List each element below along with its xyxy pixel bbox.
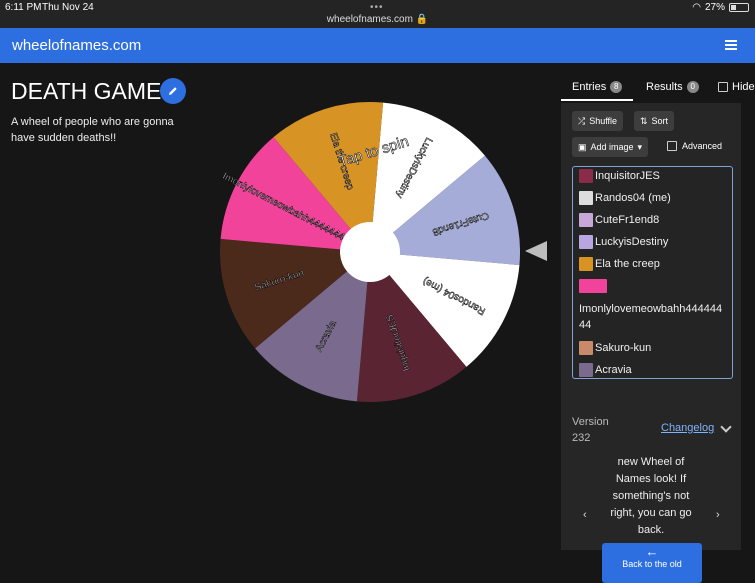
chevron-down-icon[interactable] bbox=[720, 421, 732, 433]
brand-link[interactable]: wheelofnames.com bbox=[12, 37, 141, 54]
entries-textarea[interactable]: InquisitorJES Randos04 (me) CuteFr1end8 Luc… bbox=[572, 166, 733, 379]
tab-results[interactable]: Results 0 bbox=[646, 81, 699, 93]
more-dots-icon[interactable]: ••• bbox=[370, 2, 384, 13]
list-item[interactable]: Imonlylovemeowbahh44444444 bbox=[579, 301, 727, 333]
tab-bar: Entries 8 Results 0 Hide bbox=[561, 77, 755, 101]
entry-thumbnail bbox=[579, 213, 593, 227]
status-right: ◠ 27% bbox=[692, 2, 749, 13]
arrow-left-icon: ← bbox=[645, 544, 659, 559]
lock-icon: 🔒 bbox=[415, 14, 429, 25]
tab-entries[interactable]: Entries 8 bbox=[572, 81, 623, 93]
battery-icon bbox=[729, 3, 749, 12]
status-time: 6:11 PM bbox=[5, 2, 42, 13]
wheel-description: A wheel of people who are gonna have sud… bbox=[11, 116, 174, 144]
entry-text: LuckyisDestiny bbox=[595, 236, 669, 248]
chevron-left-icon[interactable]: ‹ bbox=[583, 509, 587, 521]
entry-thumbnail bbox=[579, 191, 593, 205]
chevron-right-icon[interactable]: › bbox=[716, 509, 720, 521]
list-item[interactable]: LuckyisDestiny bbox=[579, 235, 668, 249]
active-tab-indicator bbox=[561, 99, 633, 101]
side-panel: Entries 8 Results 0 Hide ⤮ Shuffle ⇅ Sor… bbox=[561, 77, 755, 583]
pencil-icon bbox=[169, 87, 177, 95]
wifi-icon: ◠ bbox=[692, 2, 701, 13]
entry-thumbnail bbox=[579, 257, 593, 271]
entry-thumbnail bbox=[579, 279, 607, 293]
edit-title-button[interactable] bbox=[160, 78, 186, 104]
entry-text: CuteFr1end8 bbox=[595, 214, 660, 226]
battery-percent: 27% bbox=[704, 2, 725, 13]
entry-text: Ela the creep bbox=[595, 258, 660, 270]
entries-count-badge: 8 bbox=[610, 81, 623, 93]
caret-down-icon: ▾ bbox=[637, 141, 643, 152]
list-item[interactable]: CuteFr1end8 bbox=[579, 213, 659, 227]
advanced-toggle[interactable]: Advanced bbox=[667, 141, 722, 151]
news-text: new Wheel of Names look! If something's … bbox=[610, 456, 692, 536]
entry-text: Acravia bbox=[595, 364, 632, 376]
entry-thumb-row bbox=[579, 279, 609, 293]
wheel-pointer bbox=[525, 241, 547, 261]
list-item[interactable]: Ela the creep bbox=[579, 257, 660, 271]
advanced-checkbox[interactable] bbox=[667, 141, 677, 151]
shuffle-button[interactable]: ⤮ Shuffle bbox=[572, 111, 624, 131]
status-date: Thu Nov 24 bbox=[42, 2, 94, 13]
sort-icon: ⇅ bbox=[640, 115, 648, 126]
wheel-title: DEATH GAME bbox=[11, 78, 162, 104]
hide-checkbox[interactable] bbox=[718, 82, 728, 92]
list-item[interactable]: InquisitorJES bbox=[579, 169, 660, 183]
list-item[interactable]: Sakuro-kun bbox=[579, 341, 651, 355]
results-count-badge: 0 bbox=[686, 81, 699, 93]
menu-icon[interactable] bbox=[725, 40, 737, 50]
sort-button[interactable]: ⇅ Sort bbox=[634, 111, 675, 131]
wheel[interactable]: LuckyisDestinyCuteFr1end8Randos04 (me)In… bbox=[220, 94, 520, 410]
entry-thumbnail bbox=[579, 169, 593, 183]
image-icon: ▣ bbox=[578, 141, 587, 152]
changelog-link[interactable]: Changelog bbox=[661, 422, 714, 434]
address-url[interactable]: wheelofnames.com 🔒 bbox=[0, 14, 755, 25]
entry-thumbnail bbox=[579, 363, 593, 377]
version-info: Version 232 bbox=[572, 416, 609, 444]
entry-text: Sakuro-kun bbox=[595, 342, 652, 354]
entry-text: Randos04 (me) bbox=[595, 192, 671, 204]
shuffle-icon: ⤮ bbox=[578, 115, 586, 126]
list-item[interactable]: Acravia bbox=[579, 363, 632, 377]
entries-card: ⤮ Shuffle ⇅ Sort ▣ Add image ▾ Advanced … bbox=[561, 103, 741, 583]
back-to-old-button[interactable]: ← Back to the old bbox=[602, 543, 702, 583]
list-item[interactable]: Randos04 (me) bbox=[579, 191, 671, 205]
status-bar: 6:11 PM Thu Nov 24 ••• wheelofnames.com … bbox=[0, 0, 755, 28]
wheel-center[interactable] bbox=[340, 222, 400, 282]
hide-toggle[interactable]: Hide bbox=[718, 81, 755, 93]
entry-thumbnail bbox=[579, 341, 593, 355]
entry-thumbnail bbox=[579, 235, 593, 249]
add-image-button[interactable]: ▣ Add image ▾ bbox=[572, 137, 649, 157]
app-bar: wheelofnames.com bbox=[0, 28, 755, 63]
entry-text: InquisitorJES bbox=[595, 170, 660, 182]
